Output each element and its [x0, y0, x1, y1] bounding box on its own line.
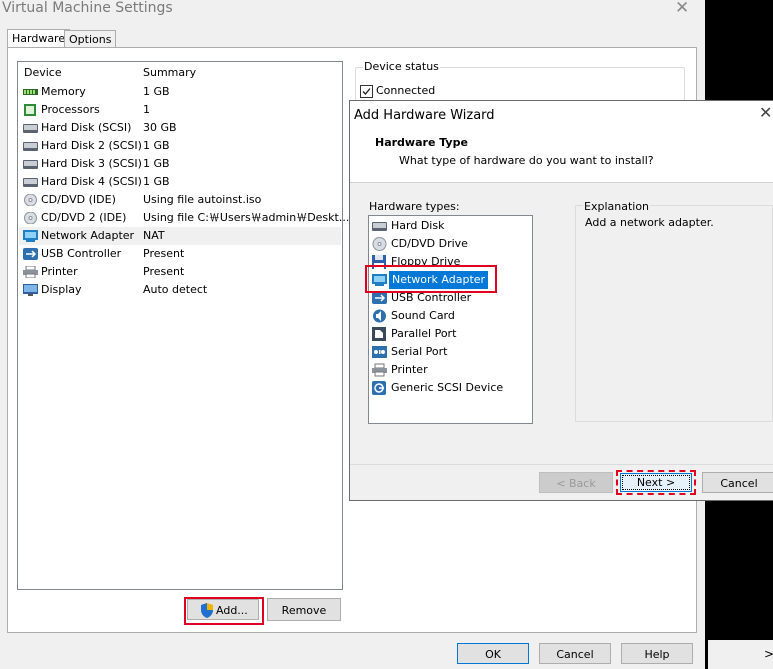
- wizard-close-icon[interactable]: ✕: [759, 103, 772, 122]
- checkmark-icon: [362, 88, 371, 95]
- device-name: Hard Disk 2 (SCSI): [41, 139, 142, 152]
- printer-icon: [23, 266, 38, 278]
- next-button[interactable]: Next >: [620, 473, 692, 492]
- device-summary: 1 GB: [143, 175, 170, 188]
- device-summary: 1: [143, 103, 150, 116]
- background-window-edge: >: [708, 640, 773, 669]
- device-row-processors[interactable]: Processors 1: [19, 101, 341, 119]
- back-button[interactable]: < Back: [539, 472, 613, 493]
- display-icon: [23, 284, 38, 296]
- device-row-display[interactable]: Display Auto detect: [19, 281, 341, 299]
- hw-type-label: Parallel Port: [391, 327, 457, 340]
- device-summary: Present: [143, 265, 185, 278]
- device-status-legend: Device status: [363, 60, 440, 73]
- hw-type-label: Serial Port: [391, 345, 448, 358]
- hard-disk-icon: [23, 160, 38, 169]
- device-name: Hard Disk 4 (SCSI): [41, 175, 142, 188]
- device-name: CD/DVD 2 (IDE): [41, 211, 127, 224]
- device-row-memory[interactable]: Memory 1 GB: [19, 83, 341, 101]
- device-name: Memory: [41, 85, 86, 98]
- device-row-cd-dvd-2[interactable]: CD/DVD 2 (IDE) Using file C:￦Users￦admin…: [19, 209, 349, 227]
- device-row-hard-disk-1[interactable]: Hard Disk (SCSI) 30 GB: [19, 119, 341, 137]
- device-summary: 1 GB: [143, 139, 170, 152]
- hw-type-label: Printer: [391, 363, 428, 376]
- hw-type-label: CD/DVD Drive: [391, 237, 468, 250]
- hardware-types-label: Hardware types:: [369, 200, 460, 213]
- network-adapter-icon: [23, 230, 38, 242]
- device-summary: NAT: [143, 229, 165, 242]
- network-adapter-highlight: [365, 265, 497, 293]
- processor-icon: [24, 104, 36, 116]
- device-row-cd-dvd-1[interactable]: CD/DVD (IDE) Using file autoinst.iso: [19, 191, 341, 209]
- wizard-heading: Hardware Type: [375, 136, 468, 149]
- ok-button[interactable]: OK: [457, 643, 529, 664]
- usb-icon: [372, 292, 387, 304]
- parallel-port-icon: [372, 327, 386, 341]
- device-row-hard-disk-2[interactable]: Hard Disk 2 (SCSI) 1 GB: [19, 137, 341, 155]
- scsi-device-icon: [372, 381, 386, 395]
- device-column-header[interactable]: Device: [24, 66, 62, 79]
- wizard-cancel-button[interactable]: Cancel: [702, 472, 773, 493]
- add-hardware-wizard: Add Hardware Wizard ✕ Hardware Type What…: [349, 100, 773, 501]
- hw-type-label: Sound Card: [391, 309, 455, 322]
- window-title: Virtual Machine Settings: [2, 0, 173, 16]
- device-name: Hard Disk (SCSI): [41, 121, 132, 134]
- device-name: Printer: [41, 265, 78, 278]
- hw-type-label: Hard Disk: [391, 219, 445, 232]
- device-name: Processors: [41, 103, 100, 116]
- device-name: Hard Disk 3 (SCSI): [41, 157, 142, 170]
- remove-button[interactable]: Remove: [267, 598, 341, 621]
- device-row-printer[interactable]: Printer Present: [19, 263, 341, 281]
- device-row-hard-disk-3[interactable]: Hard Disk 3 (SCSI) 1 GB: [19, 155, 341, 173]
- window-close-icon[interactable]: ✕: [675, 0, 689, 18]
- explanation-group: Explanation Add a network adapter.: [575, 200, 773, 422]
- printer-icon: [372, 363, 387, 377]
- wizard-subheading: What type of hardware do you want to ins…: [399, 154, 654, 167]
- device-row-network-adapter[interactable]: Network Adapter NAT: [19, 227, 341, 245]
- hw-type-label: Generic SCSI Device: [391, 381, 504, 394]
- hard-disk-icon: [23, 124, 38, 133]
- device-summary: 1 GB: [143, 85, 170, 98]
- device-name: USB Controller: [41, 247, 122, 260]
- device-summary: 30 GB: [143, 121, 177, 134]
- explanation-text: Add a network adapter.: [585, 216, 714, 229]
- wizard-header-divider: [350, 182, 773, 183]
- serial-port-icon: [372, 346, 387, 358]
- sound-card-icon: [373, 309, 386, 323]
- cd-dvd-icon: [372, 237, 387, 251]
- uac-shield-icon: [201, 603, 213, 618]
- wizard-title: Add Hardware Wizard: [354, 108, 495, 123]
- hard-disk-icon: [23, 142, 38, 151]
- device-row-usb-controller[interactable]: USB Controller Present: [19, 245, 341, 263]
- device-summary: Using file C:￦Users￦admin￦Deskt...: [143, 211, 350, 224]
- device-summary: Auto detect: [143, 283, 208, 296]
- device-name: Network Adapter: [41, 229, 135, 242]
- device-summary: Using file autoinst.iso: [143, 193, 262, 206]
- wizard-header: Add Hardware Wizard ✕ Hardware Type What…: [350, 101, 773, 182]
- add-button[interactable]: Add...: [187, 599, 259, 620]
- device-summary: Present: [143, 247, 185, 260]
- hardware-types-list[interactable]: Hard Disk CD/DVD Drive Floppy Drive Netw…: [368, 215, 533, 424]
- device-name: CD/DVD (IDE): [41, 193, 116, 206]
- explanation-legend: Explanation: [583, 200, 651, 213]
- memory-icon: [23, 89, 38, 95]
- device-list[interactable]: Device Summary Memory 1 GB Processors 1 …: [17, 61, 349, 590]
- device-summary: 1 GB: [143, 157, 170, 170]
- cd-dvd-icon: [24, 194, 37, 206]
- device-row-hard-disk-4[interactable]: Hard Disk 4 (SCSI) 1 GB: [19, 173, 341, 191]
- hard-disk-icon: [372, 222, 387, 231]
- hard-disk-icon: [23, 178, 38, 187]
- summary-column-header[interactable]: Summary: [143, 66, 196, 79]
- add-button-label: Add...: [216, 604, 248, 617]
- help-button[interactable]: Help: [621, 643, 693, 664]
- chevron-right-icon[interactable]: >: [764, 647, 773, 661]
- usb-icon: [23, 248, 38, 260]
- connected-checkbox[interactable]: [360, 85, 373, 98]
- cancel-button[interactable]: Cancel: [539, 643, 611, 664]
- wizard-footer-divider: [350, 464, 773, 465]
- cd-dvd-icon: [24, 212, 37, 224]
- connected-label: Connected: [376, 84, 436, 97]
- device-name: Display: [41, 283, 82, 296]
